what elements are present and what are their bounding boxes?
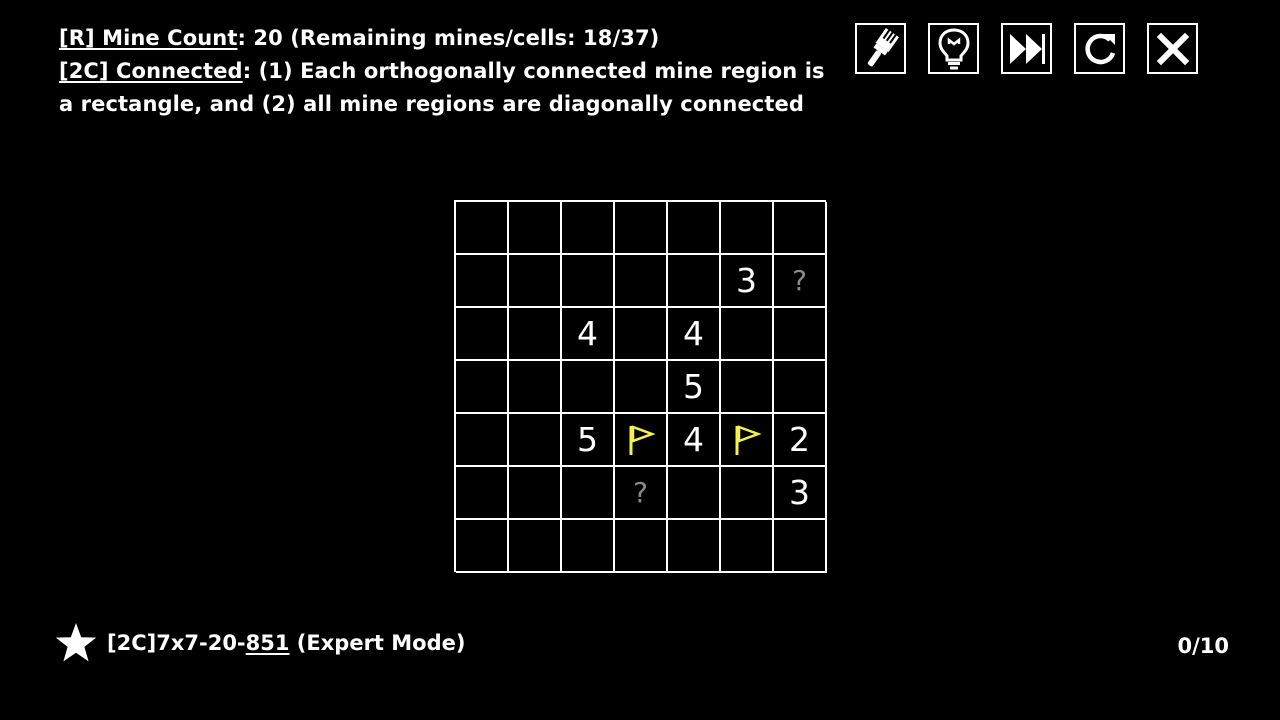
rules-panel: [R] Mine Count: 20 (Remaining mines/cell…: [59, 22, 839, 121]
empty-cell[interactable]: [774, 202, 827, 255]
empty-cell[interactable]: [721, 520, 774, 573]
empty-cell[interactable]: [774, 308, 827, 361]
empty-cell[interactable]: [615, 520, 668, 573]
flag-icon: [629, 424, 655, 455]
empty-cell[interactable]: [509, 467, 562, 520]
number-cell[interactable]: 2: [774, 414, 827, 467]
empty-cell[interactable]: [509, 202, 562, 255]
empty-cell[interactable]: [668, 467, 721, 520]
empty-cell[interactable]: [721, 308, 774, 361]
empty-cell[interactable]: [562, 467, 615, 520]
question-cell[interactable]: ?: [615, 467, 668, 520]
empty-cell[interactable]: [721, 467, 774, 520]
empty-cell[interactable]: [456, 308, 509, 361]
empty-cell[interactable]: [509, 520, 562, 573]
rule-mine-count-text: : 20 (Remaining mines/cells: 18/37): [237, 26, 660, 50]
progress-counter: 0/10: [1177, 634, 1229, 658]
empty-cell[interactable]: [615, 361, 668, 414]
puzzle-id-prefix: [2C]7x7-20-: [107, 631, 246, 655]
close-button[interactable]: [1147, 23, 1198, 74]
paintbrush-icon: [867, 27, 899, 66]
toolbar: [855, 23, 1198, 74]
number-cell[interactable]: 3: [721, 255, 774, 308]
number-cell[interactable]: 5: [668, 361, 721, 414]
empty-cell[interactable]: [456, 255, 509, 308]
empty-cell[interactable]: [509, 361, 562, 414]
empty-cell[interactable]: [668, 202, 721, 255]
puzzle-number-link[interactable]: 851: [246, 631, 290, 655]
number-cell[interactable]: 3: [774, 467, 827, 520]
lightbulb-icon: [937, 27, 970, 69]
empty-cell[interactable]: [456, 202, 509, 255]
star-icon[interactable]: [55, 622, 97, 664]
puzzle-id-suffix: (Expert Mode): [289, 631, 466, 655]
number-cell[interactable]: 4: [562, 308, 615, 361]
fast-forward-icon: [1009, 33, 1045, 64]
puzzle-info: [2C]7x7-20-851 (Expert Mode): [55, 622, 465, 664]
empty-cell[interactable]: [509, 414, 562, 467]
number-cell[interactable]: 5: [562, 414, 615, 467]
empty-cell[interactable]: [562, 361, 615, 414]
number-cell[interactable]: 4: [668, 308, 721, 361]
empty-cell[interactable]: [668, 255, 721, 308]
restart-button[interactable]: [1074, 23, 1125, 74]
rule-mine-count-tag[interactable]: [R] Mine Count: [59, 26, 237, 50]
empty-cell[interactable]: [615, 308, 668, 361]
empty-cell[interactable]: [456, 467, 509, 520]
number-cell[interactable]: 4: [668, 414, 721, 467]
empty-cell[interactable]: [456, 520, 509, 573]
empty-cell[interactable]: [721, 361, 774, 414]
empty-cell[interactable]: [615, 255, 668, 308]
rule-mine-count: [R] Mine Count: 20 (Remaining mines/cell…: [59, 22, 839, 55]
empty-cell[interactable]: [721, 202, 774, 255]
puzzle-id: [2C]7x7-20-851 (Expert Mode): [107, 631, 465, 655]
paint-button[interactable]: [855, 23, 906, 74]
empty-cell[interactable]: [456, 361, 509, 414]
empty-cell[interactable]: [456, 414, 509, 467]
flag-cell[interactable]: [615, 414, 668, 467]
restart-icon: [1084, 33, 1115, 64]
skip-button[interactable]: [1001, 23, 1052, 74]
empty-cell[interactable]: [562, 202, 615, 255]
question-cell[interactable]: ?: [774, 255, 827, 308]
rule-connected-tag[interactable]: [2C] Connected: [59, 59, 243, 83]
empty-cell[interactable]: [562, 520, 615, 573]
empty-cell[interactable]: [509, 308, 562, 361]
empty-cell[interactable]: [774, 361, 827, 414]
flag-icon: [735, 424, 761, 455]
empty-cell[interactable]: [668, 520, 721, 573]
empty-cell[interactable]: [615, 202, 668, 255]
game-board: 3? 4 4 5 5 4 2? 3: [454, 200, 827, 573]
flag-cell[interactable]: [721, 414, 774, 467]
rule-connected: [2C] Connected: (1) Each orthogonally co…: [59, 55, 839, 121]
close-icon: [1156, 32, 1189, 65]
empty-cell[interactable]: [509, 255, 562, 308]
hint-button[interactable]: [928, 23, 979, 74]
game-screen: [R] Mine Count: 20 (Remaining mines/cell…: [0, 0, 1280, 720]
empty-cell[interactable]: [774, 520, 827, 573]
empty-cell[interactable]: [562, 255, 615, 308]
